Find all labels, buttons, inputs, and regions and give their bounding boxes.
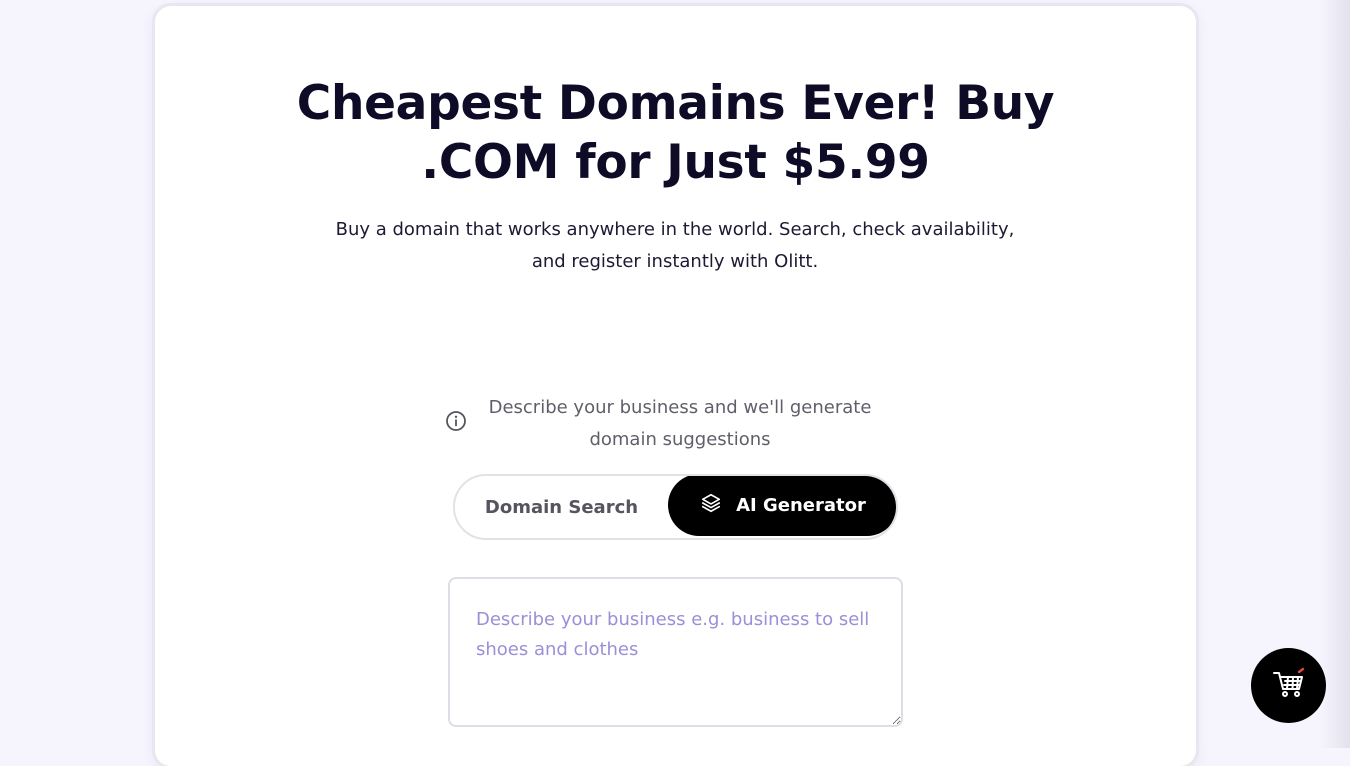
page-subtitle-line-1: Buy a domain that works anywhere in the …	[335, 219, 1015, 240]
tab-ai-generator[interactable]: AI Generator	[668, 476, 896, 536]
tab-domain-search-label: Domain Search	[484, 496, 639, 518]
search-mode-toggle: Domain Search AI Generator	[453, 474, 898, 540]
ai-info-hint: Describe your business and we'll generat…	[445, 392, 915, 462]
tab-ai-generator-label: AI Generator	[736, 494, 866, 516]
shopping-cart-icon	[1272, 667, 1306, 705]
tab-domain-search[interactable]: Domain Search	[455, 476, 668, 538]
ai-info-text-line-1: Describe your business and we'll generat…	[488, 397, 872, 418]
page-edge-shadow	[1320, 0, 1350, 748]
info-circle-icon	[445, 410, 467, 432]
hero-card: Cheapest Domains Ever! Buy .COM for Just…	[155, 6, 1196, 766]
page-subtitle-line-2: and register instantly with Olitt.	[531, 251, 819, 272]
page-title: Cheapest Domains Ever! Buy .COM for Just…	[155, 74, 1196, 192]
page-title-line-1: Cheapest Domains Ever! Buy	[296, 76, 1055, 131]
business-description-wrapper	[448, 577, 903, 727]
layers-icon	[700, 492, 722, 519]
page-subtitle: Buy a domain that works anywhere in the …	[325, 214, 1025, 278]
cart-button[interactable]	[1251, 648, 1326, 723]
business-description-input[interactable]	[448, 577, 903, 727]
ai-info-text-line-2: domain suggestions	[589, 429, 771, 450]
page-title-line-2: .COM for Just $5.99	[421, 135, 930, 190]
ai-info-text: Describe your business and we'll generat…	[475, 392, 885, 456]
